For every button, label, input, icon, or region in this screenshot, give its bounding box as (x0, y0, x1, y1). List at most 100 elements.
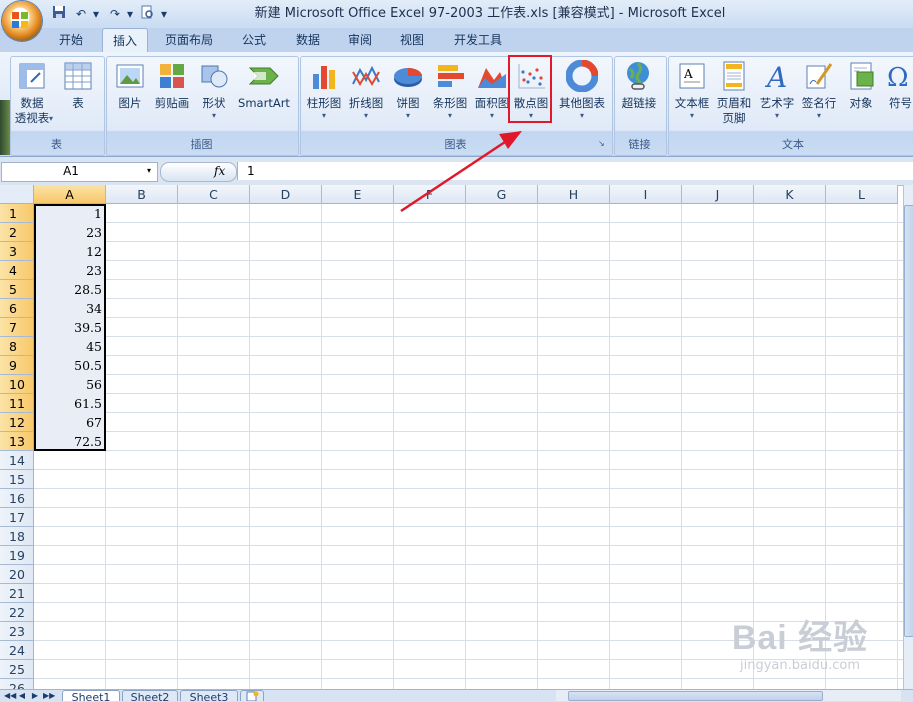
sheet-tab-1[interactable]: Sheet1 (62, 690, 120, 701)
row-header-11[interactable]: 11 (0, 394, 34, 413)
cell-a13[interactable]: 72.5 (34, 432, 102, 451)
shapes-button[interactable]: 形状 ▾ (192, 60, 236, 120)
row-header-8[interactable]: 8 (0, 337, 34, 356)
first-sheet-icon[interactable]: ◀◀ (4, 690, 16, 701)
row-header-5[interactable]: 5 (0, 280, 34, 299)
cell-a9[interactable]: 50.5 (34, 356, 102, 375)
row-header-19[interactable]: 19 (0, 546, 34, 565)
row-header-21[interactable]: 21 (0, 584, 34, 603)
column-header-d[interactable]: D (250, 185, 322, 204)
last-sheet-icon[interactable]: ▶▶ (43, 690, 55, 701)
insert-sheet-icon[interactable] (240, 690, 264, 701)
column-header-g[interactable]: G (466, 185, 538, 204)
sheet-tab-3[interactable]: Sheet3 (180, 690, 238, 701)
redo-icon[interactable]: ↷ (106, 5, 124, 23)
wordart-button[interactable]: A 艺术字 ▾ (755, 60, 799, 120)
column-header-b[interactable]: B (106, 185, 178, 204)
other-charts-label: 其他图表 (559, 96, 605, 110)
column-header-e[interactable]: E (322, 185, 394, 204)
smartart-button[interactable]: SmartArt (236, 60, 292, 111)
pie-chart-button[interactable]: 饼图 ▾ (386, 60, 430, 120)
row-header-15[interactable]: 15 (0, 470, 34, 489)
column-chart-button[interactable]: 柱形图 ▾ (302, 60, 346, 120)
header-footer-button[interactable]: 页眉和 页脚 (712, 60, 756, 126)
row-header-6[interactable]: 6 (0, 299, 34, 318)
symbol-button[interactable]: Ω 符号 (881, 60, 913, 111)
cell-a1[interactable]: 1 (34, 204, 102, 223)
column-header-l[interactable]: L (826, 185, 898, 204)
column-header-h[interactable]: H (538, 185, 610, 204)
table-icon (62, 60, 94, 92)
row-header-7[interactable]: 7 (0, 318, 34, 337)
tab-formulas[interactable]: 公式 (232, 28, 276, 52)
redo-dropdown-icon[interactable]: ▾ (124, 5, 136, 23)
select-all-corner[interactable] (0, 185, 34, 204)
row-header-17[interactable]: 17 (0, 508, 34, 527)
save-icon[interactable] (50, 5, 68, 23)
row-header-25[interactable]: 25 (0, 660, 34, 679)
column-header-i[interactable]: I (610, 185, 682, 204)
cell-a2[interactable]: 23 (34, 223, 102, 242)
column-header-a[interactable]: A (34, 185, 106, 204)
name-box-dropdown-icon[interactable]: ▾ (142, 162, 156, 180)
row-header-16[interactable]: 16 (0, 489, 34, 508)
row-header-1[interactable]: 1 (0, 204, 34, 223)
cell-a6[interactable]: 34 (34, 299, 102, 318)
row-header-9[interactable]: 9 (0, 356, 34, 375)
clipart-button[interactable]: 剪贴画 (150, 60, 194, 111)
row-header-13[interactable]: 13 (0, 432, 34, 451)
column-header-c[interactable]: C (178, 185, 250, 204)
pivot-table-dropdown-icon[interactable]: ▾ (49, 114, 57, 123)
tab-data[interactable]: 数据 (286, 28, 330, 52)
bar-chart-button[interactable]: 条形图 ▾ (428, 60, 472, 120)
tab-home[interactable]: 开始 (48, 28, 94, 52)
row-header-12[interactable]: 12 (0, 413, 34, 432)
row-header-20[interactable]: 20 (0, 565, 34, 584)
horizontal-scroll-thumb[interactable] (568, 691, 823, 701)
object-button[interactable]: 对象 (839, 60, 883, 111)
row-header-18[interactable]: 18 (0, 527, 34, 546)
row-header-22[interactable]: 22 (0, 603, 34, 622)
cell-a11[interactable]: 61.5 (34, 394, 102, 413)
cell-a7[interactable]: 39.5 (34, 318, 102, 337)
vertical-scroll-thumb[interactable] (904, 205, 913, 637)
cell-grid[interactable] (34, 204, 903, 689)
formula-input[interactable]: 1 (237, 162, 913, 180)
cell-a4[interactable]: 23 (34, 261, 102, 280)
tab-insert[interactable]: 插入 (102, 28, 148, 54)
row-header-23[interactable]: 23 (0, 622, 34, 641)
insert-function-icon[interactable]: fx (214, 162, 234, 180)
row-header-3[interactable]: 3 (0, 242, 34, 261)
other-charts-button[interactable]: 其他图表 ▾ (556, 59, 608, 120)
tab-developer[interactable]: 开发工具 (444, 28, 512, 52)
charts-dialog-launcher-icon[interactable]: ↘ (598, 139, 608, 149)
tab-review[interactable]: 审阅 (338, 28, 382, 52)
textbox-button[interactable]: A 文本框 ▾ (670, 60, 714, 120)
hyperlink-button[interactable]: 超链接 (617, 60, 661, 111)
table-button[interactable]: 表 (56, 60, 100, 111)
tab-page-layout[interactable]: 页面布局 (156, 28, 222, 52)
signature-line-button[interactable]: 签名行 ▾ (797, 60, 841, 120)
prev-sheet-icon[interactable]: ◀ (17, 690, 27, 701)
cell-a8[interactable]: 45 (34, 337, 102, 356)
cell-a3[interactable]: 12 (34, 242, 102, 261)
cell-a10[interactable]: 56 (34, 375, 102, 394)
column-header-k[interactable]: K (754, 185, 826, 204)
line-chart-button[interactable]: 折线图 ▾ (344, 60, 388, 120)
cell-a5[interactable]: 28.5 (34, 280, 102, 299)
next-sheet-icon[interactable]: ▶ (30, 690, 40, 701)
row-header-10[interactable]: 10 (0, 375, 34, 394)
pivot-table-button[interactable]: 数据 透视表 (10, 60, 54, 126)
row-header-24[interactable]: 24 (0, 641, 34, 660)
picture-button[interactable]: 图片 (108, 60, 152, 111)
column-header-j[interactable]: J (682, 185, 754, 204)
column-header-f[interactable]: F (394, 185, 466, 204)
undo-dropdown-icon[interactable]: ▾ (90, 5, 102, 23)
row-header-14[interactable]: 14 (0, 451, 34, 470)
tab-view[interactable]: 视图 (390, 28, 434, 52)
row-header-4[interactable]: 4 (0, 261, 34, 280)
sheet-tab-2[interactable]: Sheet2 (122, 690, 178, 701)
undo-icon[interactable]: ↶ (72, 5, 90, 23)
row-header-2[interactable]: 2 (0, 223, 34, 242)
cell-a12[interactable]: 67 (34, 413, 102, 432)
